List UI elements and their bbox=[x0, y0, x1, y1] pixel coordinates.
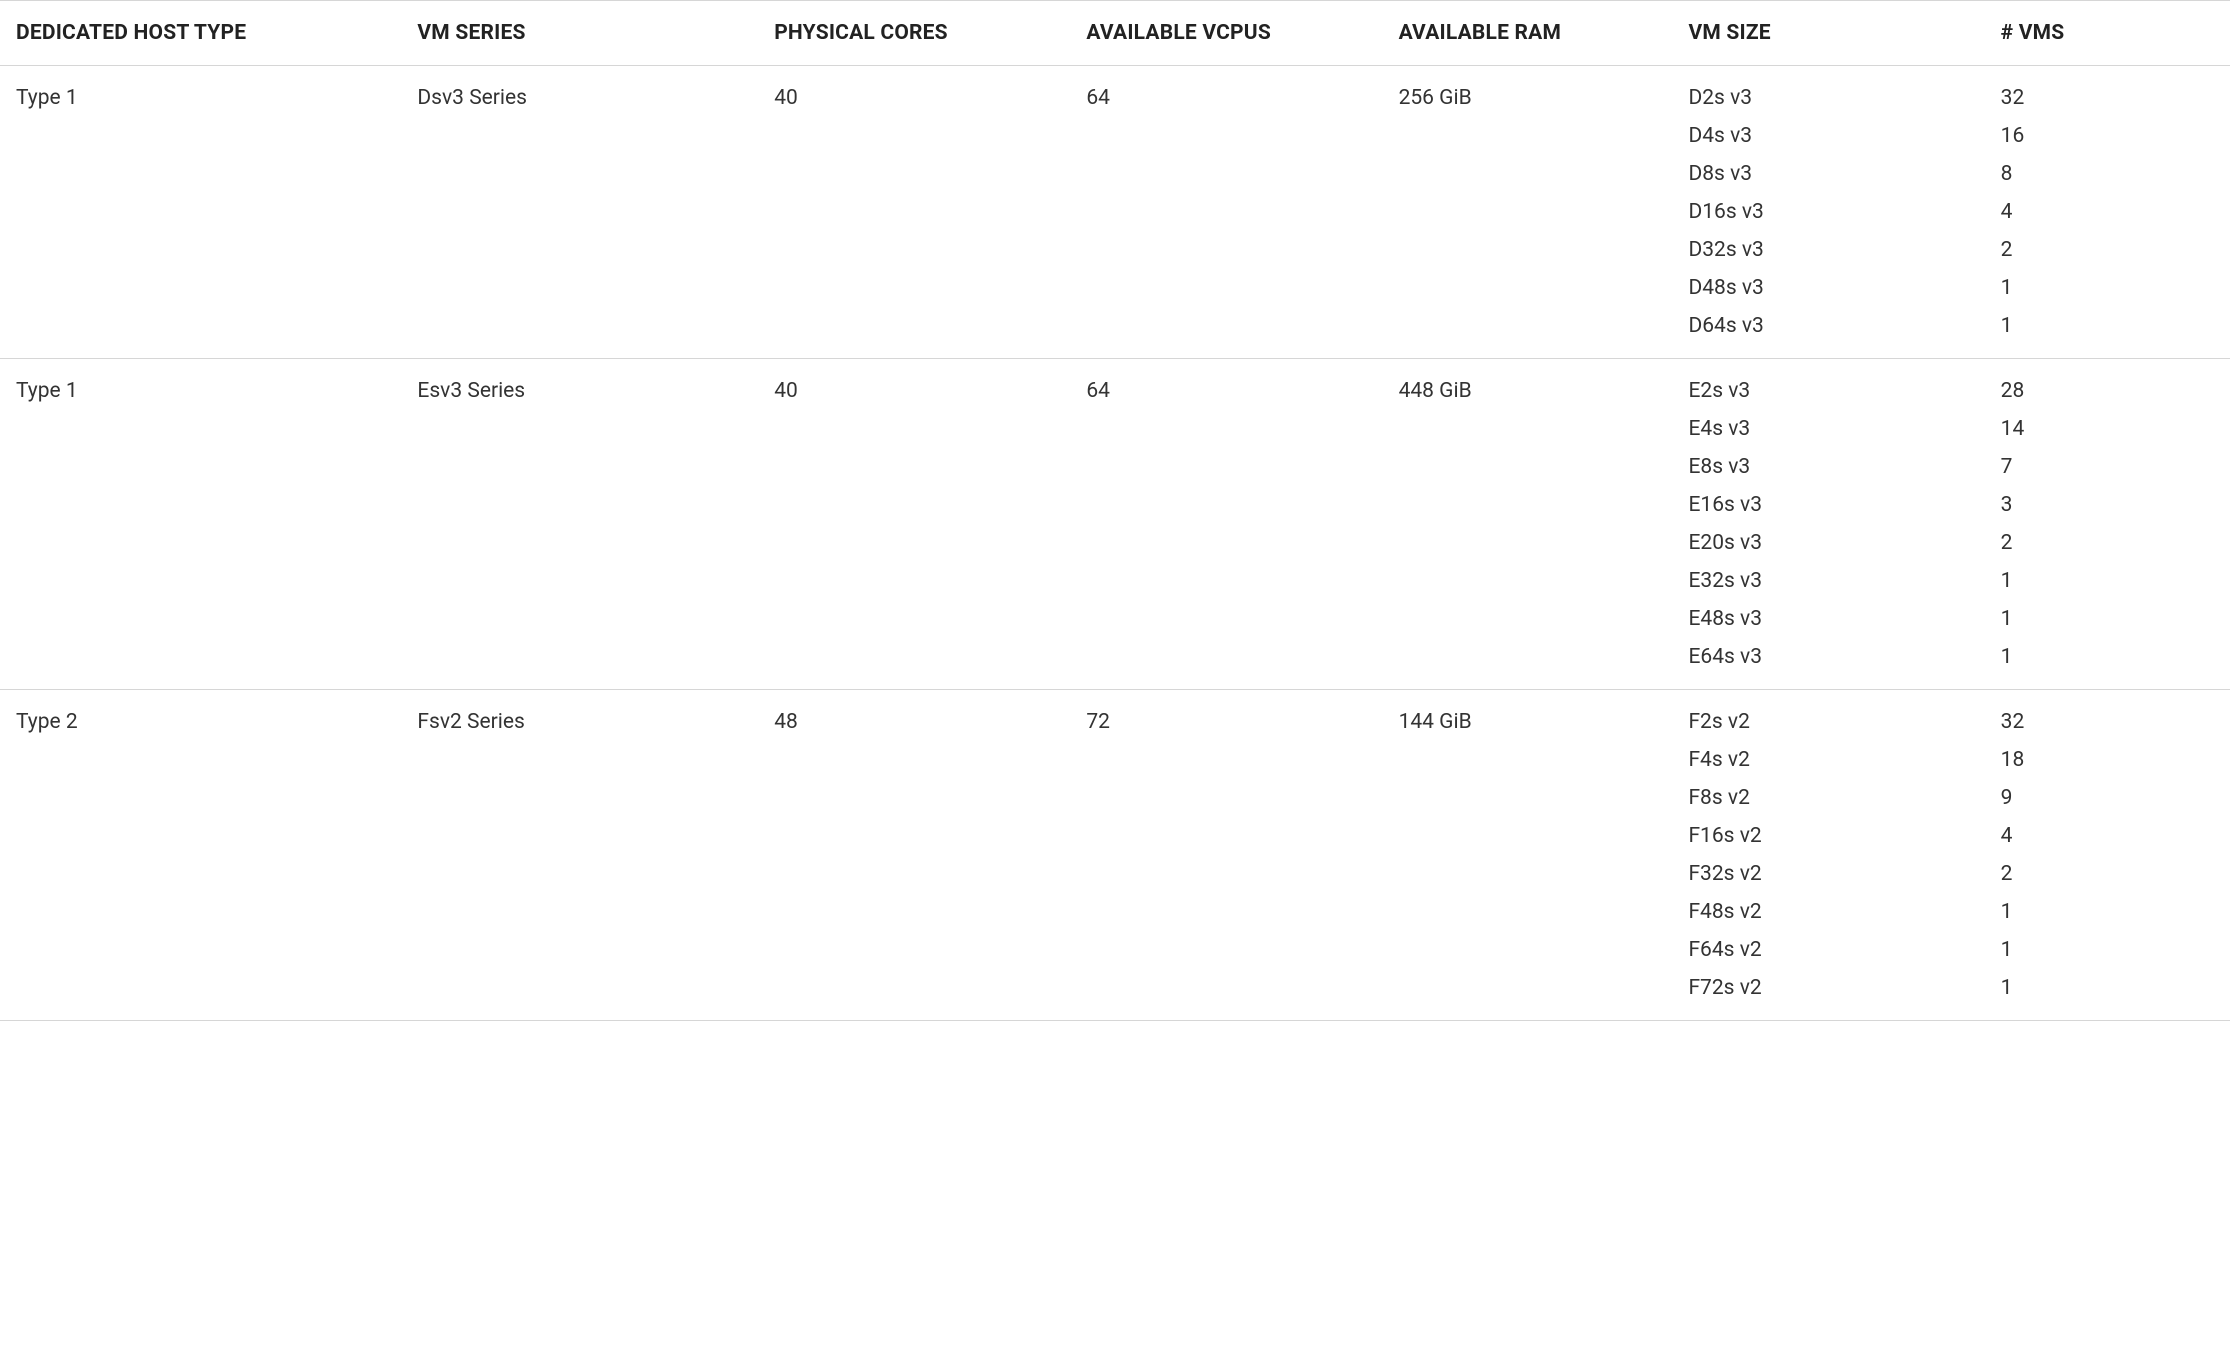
td-num-vms: 32 16 8 4 2 1 1 bbox=[1985, 66, 2230, 359]
num-vms-value: 1 bbox=[2001, 645, 2214, 669]
num-vms-value: 1 bbox=[2001, 314, 2214, 338]
vm-size-value: F16s v2 bbox=[1688, 824, 1968, 848]
vm-size-value: F48s v2 bbox=[1688, 900, 1968, 924]
num-vms-value: 4 bbox=[2001, 200, 2214, 224]
num-vms-value: 14 bbox=[2001, 417, 2214, 441]
dedicated-host-table: Dedicated Host Type VM Series Physical C… bbox=[0, 0, 2230, 1021]
vm-size-value: E32s v3 bbox=[1688, 569, 1968, 593]
vm-size-value: D48s v3 bbox=[1688, 276, 1968, 300]
num-vms-value: 2 bbox=[2001, 531, 2214, 555]
num-vms-value: 28 bbox=[2001, 379, 2214, 403]
vm-size-value: F64s v2 bbox=[1688, 938, 1968, 962]
table-body: Type 1Dsv3 Series4064256 GiB D2s v3 D4s v3… bbox=[0, 66, 2230, 1021]
num-vms-value: 1 bbox=[2001, 607, 2214, 631]
num-vms-value: 8 bbox=[2001, 162, 2214, 186]
vm-size-value: E4s v3 bbox=[1688, 417, 1968, 441]
td-physical-cores: 48 bbox=[758, 690, 1070, 1021]
table-header-row: Dedicated Host Type VM Series Physical C… bbox=[0, 1, 2230, 66]
vm-size-value: F72s v2 bbox=[1688, 976, 1968, 1000]
vm-size-value: E8s v3 bbox=[1688, 455, 1968, 479]
th-available-ram: Available RAM bbox=[1383, 1, 1673, 66]
num-vms-value: 18 bbox=[2001, 748, 2214, 772]
vm-size-value: E64s v3 bbox=[1688, 645, 1968, 669]
td-vm-size: E2s v3 E4s v3 E8s v3 E16s v3 E20s v3 E32s v3 E… bbox=[1672, 359, 1984, 690]
vm-size-value: D64s v3 bbox=[1688, 314, 1968, 338]
vm-size-value: F4s v2 bbox=[1688, 748, 1968, 772]
vm-size-value: E20s v3 bbox=[1688, 531, 1968, 555]
th-available-vcpus: Available vCPUs bbox=[1070, 1, 1382, 66]
num-vms-value: 16 bbox=[2001, 124, 2214, 148]
vm-size-value: E48s v3 bbox=[1688, 607, 1968, 631]
td-vm-size: F2s v2 F4s v2 F8s v2 F16s v2 F32s v2 F48s v2 F… bbox=[1672, 690, 1984, 1021]
td-available-ram: 144 GiB bbox=[1383, 690, 1673, 1021]
vm-size-value: D16s v3 bbox=[1688, 200, 1968, 224]
td-vm-series: Esv3 Series bbox=[401, 359, 758, 690]
th-vm-series: VM Series bbox=[401, 1, 758, 66]
td-host-type: Type 2 bbox=[0, 690, 401, 1021]
vm-size-value: F32s v2 bbox=[1688, 862, 1968, 886]
num-vms-value: 32 bbox=[2001, 86, 2214, 110]
num-vms-value: 32 bbox=[2001, 710, 2214, 734]
td-available-vcpus: 72 bbox=[1070, 690, 1382, 1021]
td-num-vms: 28 14 7 3 2 1 1 1 bbox=[1985, 359, 2230, 690]
vm-size-value: D2s v3 bbox=[1688, 86, 1968, 110]
th-host-type: Dedicated Host Type bbox=[0, 1, 401, 66]
num-vms-value: 1 bbox=[2001, 900, 2214, 924]
table-row: Type 1Esv3 Series4064448 GiB E2s v3 E4s v3… bbox=[0, 359, 2230, 690]
vm-size-value: F8s v2 bbox=[1688, 786, 1968, 810]
th-vm-size: VM size bbox=[1672, 1, 1984, 66]
table-row: Type 2Fsv2 Series4872144 GiB F2s v2 F4s v2… bbox=[0, 690, 2230, 1021]
td-host-type: Type 1 bbox=[0, 66, 401, 359]
td-num-vms: 32 18 9 4 2 1 1 1 bbox=[1985, 690, 2230, 1021]
th-num-vms: # VMs bbox=[1985, 1, 2230, 66]
num-vms-value: 1 bbox=[2001, 569, 2214, 593]
td-physical-cores: 40 bbox=[758, 66, 1070, 359]
td-host-type: Type 1 bbox=[0, 359, 401, 690]
table-row: Type 1Dsv3 Series4064256 GiB D2s v3 D4s v3… bbox=[0, 66, 2230, 359]
vm-size-value: E16s v3 bbox=[1688, 493, 1968, 517]
vm-size-value: D8s v3 bbox=[1688, 162, 1968, 186]
td-available-vcpus: 64 bbox=[1070, 66, 1382, 359]
num-vms-value: 2 bbox=[2001, 862, 2214, 886]
num-vms-value: 7 bbox=[2001, 455, 2214, 479]
vm-size-value: D32s v3 bbox=[1688, 238, 1968, 262]
th-physical-cores: Physical Cores bbox=[758, 1, 1070, 66]
vm-size-value: E2s v3 bbox=[1688, 379, 1968, 403]
num-vms-value: 1 bbox=[2001, 276, 2214, 300]
td-vm-size: D2s v3 D4s v3 D8s v3 D16s v3 D32s v3 D48s v3 D… bbox=[1672, 66, 1984, 359]
num-vms-value: 1 bbox=[2001, 976, 2214, 1000]
td-vm-series: Dsv3 Series bbox=[401, 66, 758, 359]
num-vms-value: 3 bbox=[2001, 493, 2214, 517]
vm-size-value: D4s v3 bbox=[1688, 124, 1968, 148]
td-available-ram: 256 GiB bbox=[1383, 66, 1673, 359]
num-vms-value: 1 bbox=[2001, 938, 2214, 962]
num-vms-value: 9 bbox=[2001, 786, 2214, 810]
td-available-vcpus: 64 bbox=[1070, 359, 1382, 690]
td-vm-series: Fsv2 Series bbox=[401, 690, 758, 1021]
vm-size-value: F2s v2 bbox=[1688, 710, 1968, 734]
num-vms-value: 4 bbox=[2001, 824, 2214, 848]
td-available-ram: 448 GiB bbox=[1383, 359, 1673, 690]
td-physical-cores: 40 bbox=[758, 359, 1070, 690]
num-vms-value: 2 bbox=[2001, 238, 2214, 262]
